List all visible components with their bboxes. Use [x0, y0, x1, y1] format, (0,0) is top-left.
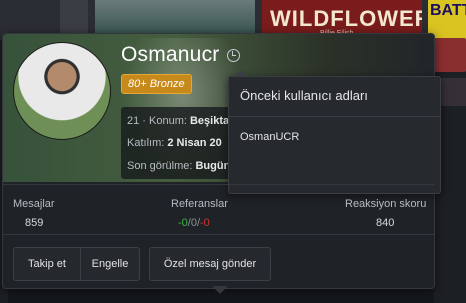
location-line: 21 · Konum: Beşikta: [127, 115, 229, 127]
references-positive: -0: [178, 217, 188, 229]
follow-button[interactable]: Takip et: [13, 247, 81, 281]
username-history-title: Önceki kullanıcı adları: [229, 77, 440, 117]
block-button[interactable]: Engelle: [80, 247, 140, 281]
joined-value: 2 Nisan 20: [167, 137, 222, 149]
messages-value[interactable]: 859: [25, 217, 43, 229]
username-link[interactable]: Osmanucr: [121, 43, 219, 67]
messages-label: Mesajlar: [13, 198, 55, 210]
references-neutral: /0/: [187, 217, 201, 229]
reaction-score-value[interactable]: 840: [376, 217, 394, 229]
menu-caret: [234, 70, 248, 77]
divider: [3, 234, 434, 235]
username-history-item: OsmanUCR: [240, 131, 300, 143]
private-message-button[interactable]: Özel mesaj gönder: [149, 247, 271, 281]
tooltip-caret: [212, 286, 228, 294]
references-label: Referanslar: [171, 198, 228, 210]
history-icon[interactable]: [227, 49, 240, 62]
reaction-score-label: Reaksiyon skoru: [345, 198, 427, 210]
location-label: 21 · Konum:: [127, 115, 190, 127]
location-value[interactable]: Beşikta: [190, 115, 229, 127]
thumbnail-text: BATTL: [430, 2, 466, 19]
username-history-menu: Önceki kullanıcı adları OsmanUCR: [228, 70, 441, 194]
member-tooltip: Osmanucr 80+ Bronze 21 · Konum: Beşikta …: [2, 33, 441, 289]
references-negative: -0: [200, 217, 210, 229]
avatar[interactable]: [13, 42, 111, 140]
references-value[interactable]: -0/0/-0: [178, 217, 210, 229]
divider: [3, 184, 434, 185]
joined-line: Katılım: 2 Nisan 20: [127, 137, 222, 149]
thumbnail-title: WILDFLOWER: [270, 6, 422, 31]
rank-badge: 80+ Bronze: [121, 74, 192, 94]
background-right-block: [432, 38, 466, 72]
joined-label: Katılım:: [127, 137, 168, 149]
last-seen-label: Son görülme:: [127, 160, 196, 172]
